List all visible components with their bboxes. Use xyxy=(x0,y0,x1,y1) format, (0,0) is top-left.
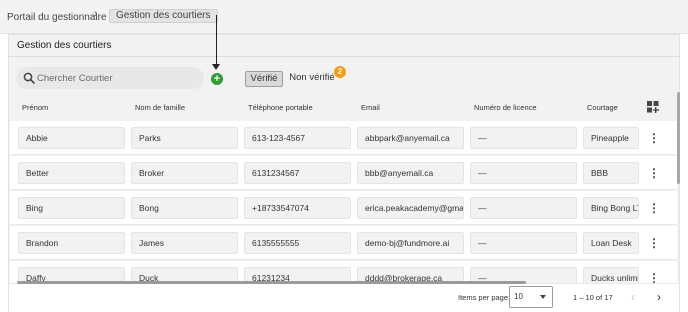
table-row[interactable]: Bing Bong +18733547074 erica.peakacademy… xyxy=(10,191,677,225)
cell-license: — xyxy=(470,197,577,219)
items-per-page-select[interactable]: 10 xyxy=(509,286,553,308)
cell-first-name: Better xyxy=(18,162,125,184)
kebab-menu-icon[interactable]: ⋮ xyxy=(648,201,660,215)
cell-mobile: 6131234567 xyxy=(244,162,351,184)
breadcrumb-current: Gestion des courtiers xyxy=(109,9,218,23)
title-divider xyxy=(9,56,679,57)
column-header-mobile[interactable]: Téléphone portable xyxy=(248,103,313,112)
cell-license: — xyxy=(470,232,577,254)
items-per-page-label: Items per page: xyxy=(458,293,511,302)
search-input[interactable] xyxy=(37,70,197,86)
column-header-email[interactable]: Email xyxy=(361,103,380,112)
breadcrumb-parent[interactable]: Portail du gestionnaire xyxy=(7,12,107,23)
cell-email: demo-bj@fundmore.ai xyxy=(357,232,464,254)
tab-verified[interactable]: Vérifié xyxy=(245,71,283,87)
columns-grid-icon[interactable] xyxy=(647,101,659,113)
search-icon xyxy=(23,72,35,84)
cell-email: erica.peakacademy@gma... xyxy=(357,197,464,219)
annotation-arrow xyxy=(216,15,217,68)
column-header-last-name[interactable]: Nom de famille xyxy=(135,103,185,112)
cell-brokerage: Bing Bong LT xyxy=(583,197,639,219)
cell-mobile: +18733547074 xyxy=(244,197,351,219)
cell-license: — xyxy=(470,127,577,149)
cell-first-name: Brandon xyxy=(18,232,125,254)
column-header-license[interactable]: Numéro de licence xyxy=(474,103,537,112)
breadcrumb-separator-icon: › xyxy=(94,8,98,20)
page-title: Gestion des courtiers xyxy=(17,40,112,51)
kebab-menu-icon[interactable]: ⋮ xyxy=(648,271,660,283)
cell-email: abbpark@anyemail.ca xyxy=(357,127,464,149)
column-header-first-name[interactable]: Prénom xyxy=(22,103,48,112)
table-row[interactable]: Abbie Parks 613-123-4567 abbpark@anyemai… xyxy=(10,121,677,155)
cell-mobile: 613-123-4567 xyxy=(244,127,351,149)
cell-last-name: James xyxy=(131,232,238,254)
chevron-right-icon[interactable]: › xyxy=(657,290,661,304)
cell-email: bbb@anyemail.ca xyxy=(357,162,464,184)
table-row[interactable]: Better Broker 6131234567 bbb@anyemail.ca… xyxy=(10,156,677,190)
unverified-count-badge: 2 xyxy=(334,66,346,78)
cell-mobile: 6135555555 xyxy=(244,232,351,254)
kebab-menu-icon[interactable]: ⋮ xyxy=(648,166,660,180)
cell-last-name: Broker xyxy=(131,162,238,184)
cell-brokerage: Loan Desk xyxy=(583,232,639,254)
cell-last-name: Parks xyxy=(131,127,238,149)
page-range: 1 – 10 of 17 xyxy=(573,293,613,302)
cell-brokerage: Ducks unlimi xyxy=(583,267,639,283)
chevron-down-icon xyxy=(540,295,546,299)
column-header-brokerage[interactable]: Courtage xyxy=(587,103,618,112)
cell-license: — xyxy=(470,162,577,184)
cell-first-name: Bing xyxy=(18,197,125,219)
kebab-menu-icon[interactable]: ⋮ xyxy=(648,236,660,250)
annotation-arrow-head xyxy=(212,64,220,70)
kebab-menu-icon[interactable]: ⋮ xyxy=(648,131,660,145)
tab-unverified[interactable]: Non vérifié xyxy=(286,71,338,87)
chevron-left-icon[interactable]: ‹ xyxy=(631,290,635,304)
cell-first-name: Abbie xyxy=(18,127,125,149)
table-row[interactable]: Brandon James 6135555555 demo-bj@fundmor… xyxy=(10,226,677,260)
cell-brokerage: Pineapple xyxy=(583,127,639,149)
vertical-scrollbar[interactable] xyxy=(677,92,680,184)
cell-brokerage: BBB xyxy=(583,162,639,184)
add-broker-button[interactable]: + xyxy=(211,73,223,85)
cell-last-name: Bong xyxy=(131,197,238,219)
